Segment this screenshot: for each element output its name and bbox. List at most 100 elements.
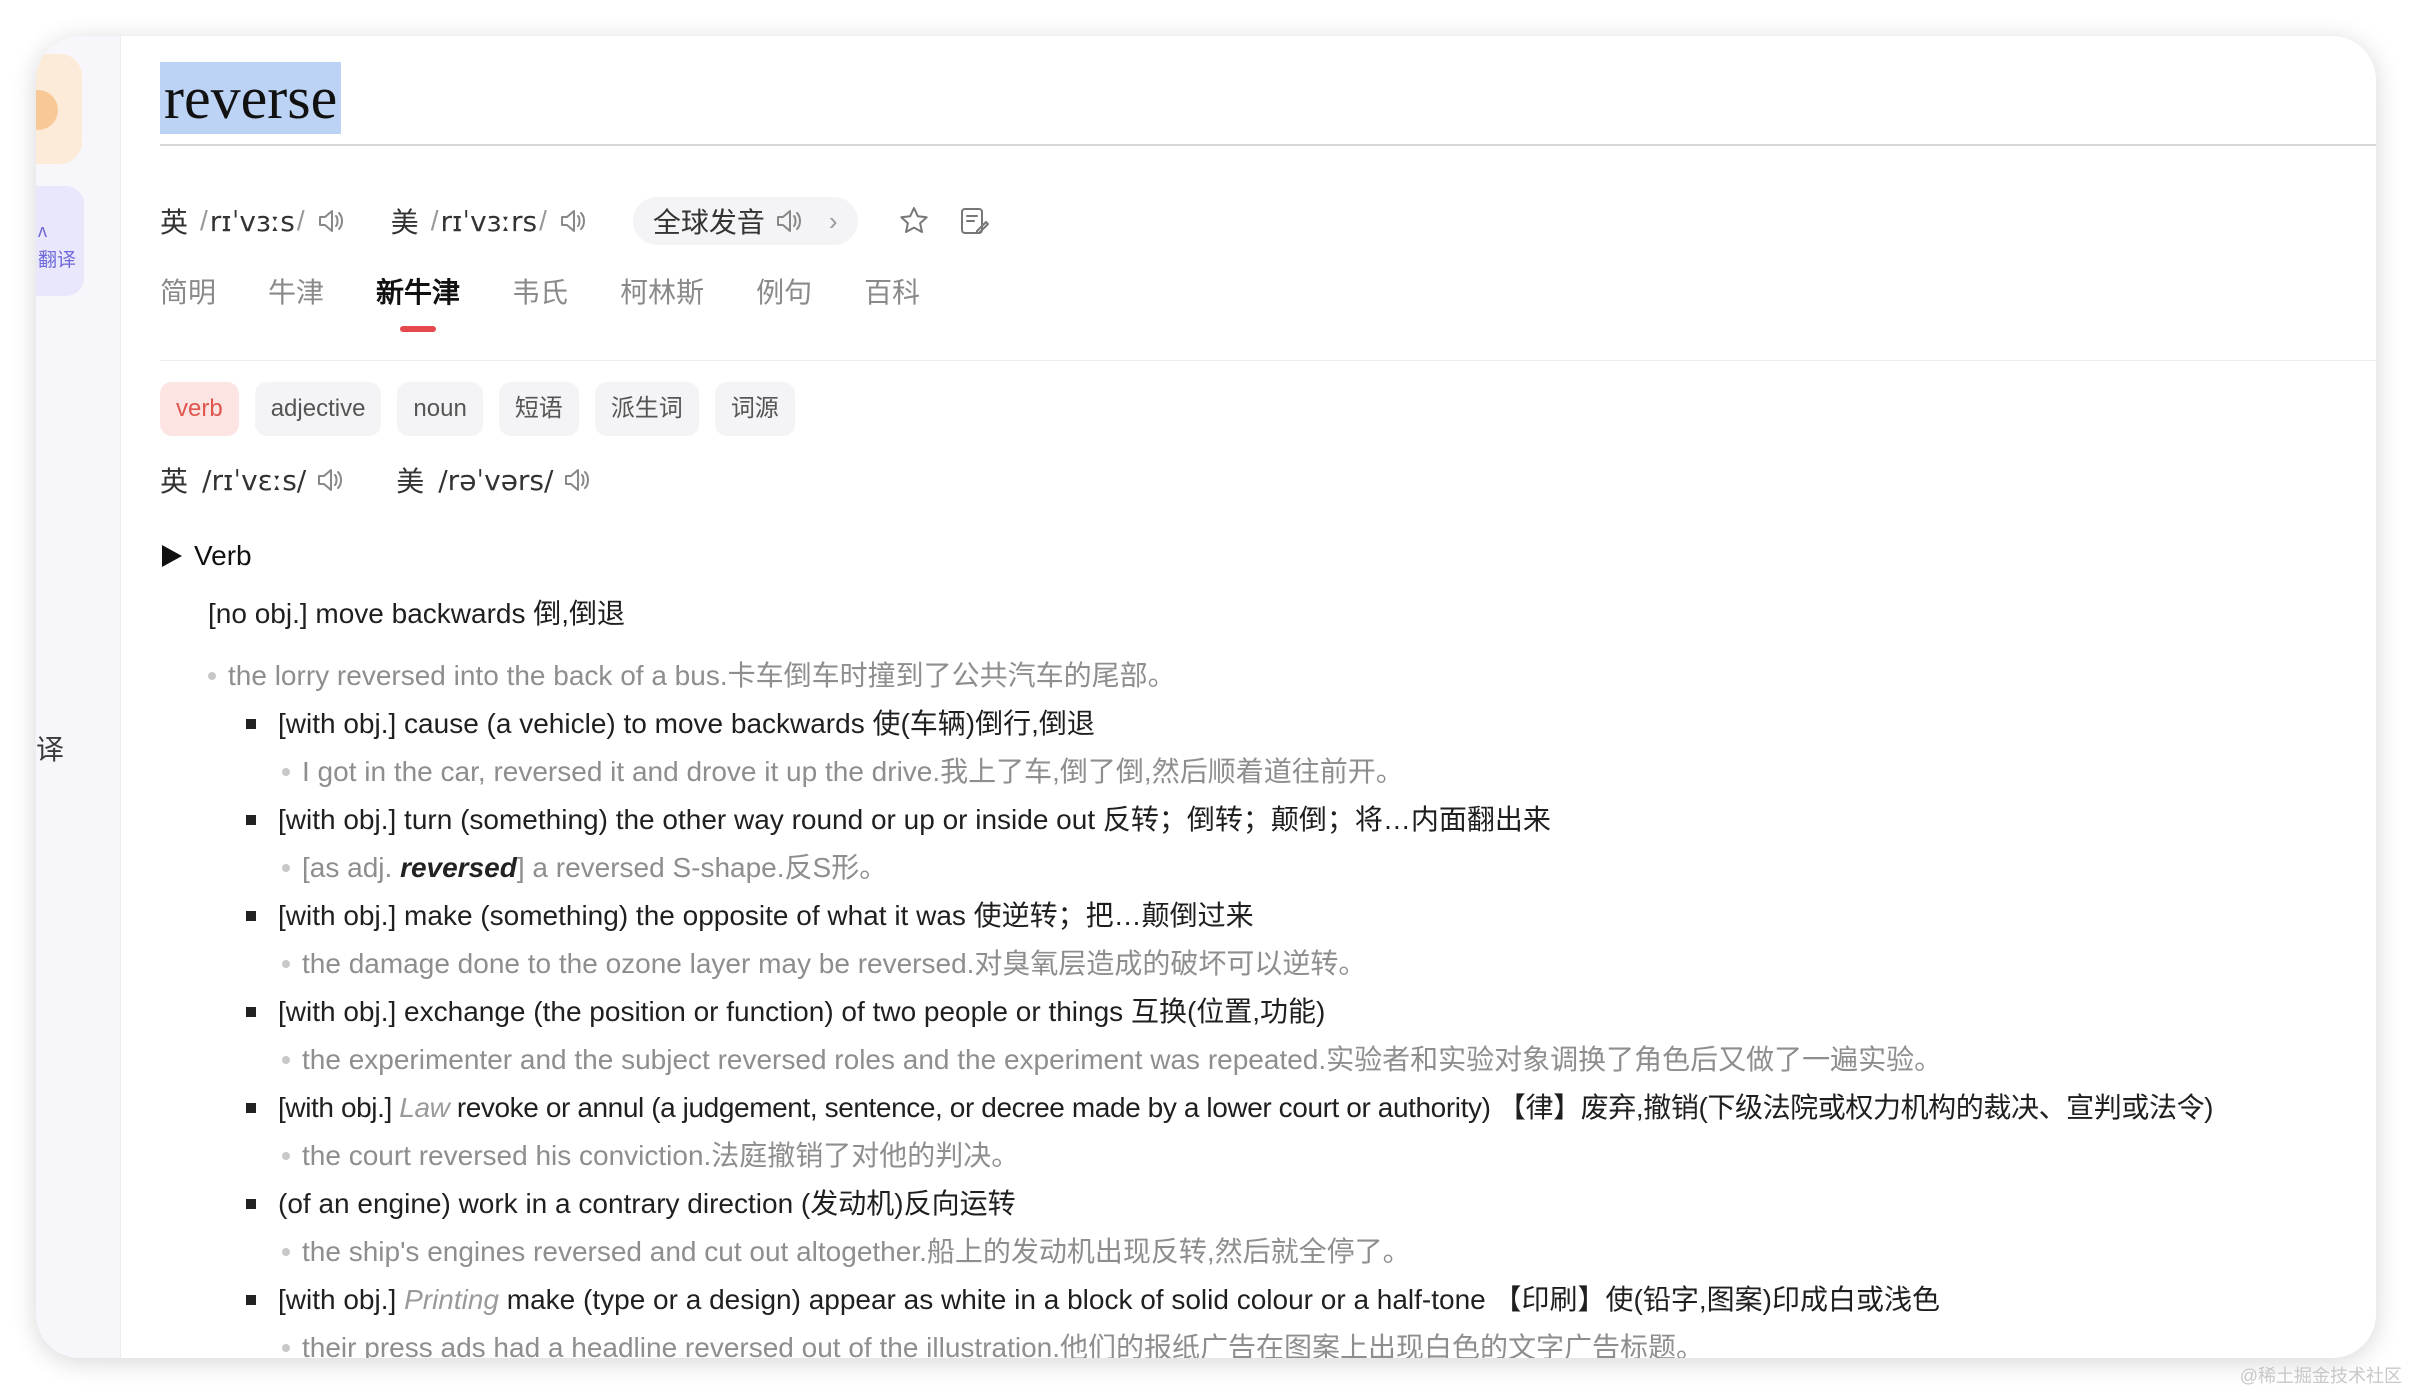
definition-text: (of an engine) work in a contrary direct… — [278, 1188, 1016, 1219]
pron-ipa: rɪˈvɜːs — [209, 204, 295, 238]
pos-filter-row: verb adjective noun 短语 派生词 词源 — [160, 382, 811, 436]
tab-label: 柯林斯 — [620, 277, 705, 308]
note-edit-icon[interactable] — [954, 201, 994, 241]
pron-ipa: /rəˈvərs/ — [438, 463, 554, 497]
definition-text: [with obj.] cause (a vehicle) to move ba… — [278, 708, 1095, 739]
tab-kelinsi[interactable]: 柯林斯 — [620, 268, 704, 318]
pron-ipa: rɪˈvɜːrs — [440, 204, 538, 238]
pron-uk: 英 /rɪˈvɛːs/ — [160, 460, 346, 500]
sense-example: the experimenter and the subject reverse… — [282, 1040, 1942, 1080]
tab-label: 简明 — [160, 277, 217, 308]
search-underline — [160, 144, 2376, 146]
search-word[interactable]: reverse — [160, 62, 342, 134]
speaker-icon — [773, 205, 805, 237]
tab-liju[interactable]: 例句 — [756, 268, 812, 318]
oxford-pronunciation-row: 英 /rɪˈvɛːs/ 美 /rəˈvərs/ — [160, 460, 643, 500]
avatar — [36, 90, 58, 130]
tab-xin-niujin[interactable]: 新牛津 — [376, 268, 461, 332]
tab-niujin[interactable]: 牛津 — [268, 268, 324, 318]
global-pronunciation-button[interactable]: 全球发音 › — [632, 197, 858, 245]
sense-definition: [with obj.] turn (something) the other w… — [246, 800, 1551, 840]
section-toggle[interactable]: Verb — [160, 540, 252, 572]
pron-uk: 英 / rɪˈvɜːs / — [160, 201, 347, 241]
tabs-divider — [160, 360, 2376, 361]
tab-baike[interactable]: 百科 — [864, 268, 920, 318]
pos-filter-adjective[interactable]: adjective — [254, 382, 382, 436]
pronunciation-row: 英 / rɪˈvɜːs / 美 / rɪˈvɜːrs / 全球发音 › — [160, 196, 1014, 246]
sidebar-item-label: 翻译 — [38, 250, 77, 271]
global-pron-label: 全球发音 — [652, 207, 765, 238]
pron-region-label: 美 — [396, 466, 425, 497]
tab-weishi[interactable]: 韦氏 — [512, 268, 568, 318]
example-text: their press ads had a headline reversed … — [302, 1332, 1705, 1358]
example-text: ] a reversed S-shape.反S形。 — [516, 852, 888, 883]
sidebar: ʌ 翻译 译 — [36, 36, 121, 1358]
tab-label: 例句 — [756, 277, 813, 308]
dictionary-tabs: 简明 牛津 新牛津 韦氏 柯林斯 例句 百科 — [160, 268, 972, 332]
tab-label: 韦氏 — [512, 277, 569, 308]
sense-example: the lorry reversed into the back of a bu… — [208, 656, 1176, 696]
sense-example: their press ads had a headline reversed … — [282, 1328, 1704, 1358]
sense-example: the court reversed his conviction.法庭撤销了对… — [282, 1136, 1019, 1176]
speaker-icon[interactable] — [561, 464, 593, 496]
definition-text: [with obj.] — [278, 1092, 400, 1123]
tab-label: 新牛津 — [376, 277, 461, 308]
pos-filter-noun[interactable]: noun — [397, 382, 483, 436]
speaker-icon[interactable] — [314, 464, 346, 496]
sense-definition: [with obj.] cause (a vehicle) to move ba… — [246, 704, 1095, 744]
sidebar-avatar-card[interactable] — [36, 54, 82, 164]
example-text: the lorry reversed into the back of a bu… — [228, 660, 1176, 691]
pron-region-label: 美 — [390, 207, 419, 238]
example-text: the experimenter and the subject reverse… — [302, 1044, 1943, 1075]
watermark: @稀土掘金技术社区 — [2239, 1366, 2402, 1386]
app-window: ʌ 翻译 译 reverse 英 / rɪˈvɜːs / 美 / rɪˈvɜːrs / — [36, 36, 2376, 1358]
example-prefix: [as adj. — [302, 852, 401, 883]
example-text: the ship's engines reversed and cut out … — [302, 1236, 1411, 1267]
example-headword: reversed — [400, 852, 517, 883]
active-tab-indicator — [400, 326, 437, 332]
example-text: the court reversed his conviction.法庭撤销了对… — [302, 1140, 1020, 1171]
sidebar-item-translate[interactable]: ʌ 翻译 — [36, 186, 84, 296]
caret-right-icon — [162, 545, 182, 567]
pron-us: 美 /rəˈvərs/ — [396, 460, 593, 500]
main-content: reverse 英 / rɪˈvɜːs / 美 / rɪˈvɜːrs / 全球发音 — [160, 36, 2376, 1358]
speaker-icon[interactable] — [557, 205, 589, 237]
sense-definition: [with obj.] Printing make (type or a des… — [246, 1280, 1940, 1320]
sidebar-item-translate-text[interactable]: 译 — [36, 728, 64, 768]
sense-example: the damage done to the ozone layer may b… — [282, 944, 1366, 984]
pos-filter-phrases[interactable]: 短语 — [498, 382, 579, 436]
definition-text: revoke or annul (a judgement, sentence, … — [449, 1092, 2214, 1123]
pos-filter-verb[interactable]: verb — [160, 382, 239, 436]
example-text: the damage done to the ozone layer may b… — [302, 948, 1367, 979]
example-text: I got in the car, reversed it and drove … — [302, 756, 1404, 787]
tab-label: 牛津 — [268, 277, 325, 308]
sense-definition: [with obj.] make (something) the opposit… — [246, 896, 1254, 936]
tab-jianming[interactable]: 简明 — [160, 268, 216, 318]
sense-example: [as adj. reversed] a reversed S-shape.反S… — [282, 848, 887, 888]
pos-filter-etymology[interactable]: 词源 — [714, 382, 795, 436]
domain-label: Printing — [404, 1284, 499, 1315]
definition-text: [with obj.] exchange (the position or fu… — [278, 996, 1326, 1027]
sense-definition: (of an engine) work in a contrary direct… — [246, 1184, 1016, 1224]
translate-icon: ʌ — [38, 221, 47, 241]
sense-example: I got in the car, reversed it and drove … — [282, 752, 1404, 792]
domain-label: Law — [399, 1092, 450, 1123]
sense-example: the ship's engines reversed and cut out … — [282, 1232, 1411, 1272]
tab-label: 百科 — [864, 277, 921, 308]
pos-filter-derivatives[interactable]: 派生词 — [594, 382, 699, 436]
pron-us: 美 / rɪˈvɜːrs / — [391, 201, 589, 241]
sense-definition: [with obj.] exchange (the position or fu… — [246, 992, 1325, 1032]
pron-ipa: /rɪˈvɛːs/ — [202, 463, 307, 497]
section-title: Verb — [194, 540, 252, 571]
pron-region-label: 英 — [160, 466, 189, 497]
sense-definition: [with obj.] Law revoke or annul (a judge… — [246, 1088, 2214, 1128]
speaker-icon[interactable] — [315, 205, 347, 237]
chevron-right-icon: › — [828, 205, 838, 236]
definition-text: [with obj.] turn (something) the other w… — [278, 804, 1551, 835]
definition-text: [with obj.] — [278, 1284, 405, 1315]
pron-region-label: 英 — [160, 207, 189, 238]
definition-text: [with obj.] make (something) the opposit… — [278, 900, 1254, 931]
sense-definition: [no obj.] move backwards 倒,倒退 — [208, 598, 626, 629]
definition-text: make (type or a design) appear as white … — [499, 1284, 1940, 1315]
star-icon[interactable] — [894, 201, 934, 241]
